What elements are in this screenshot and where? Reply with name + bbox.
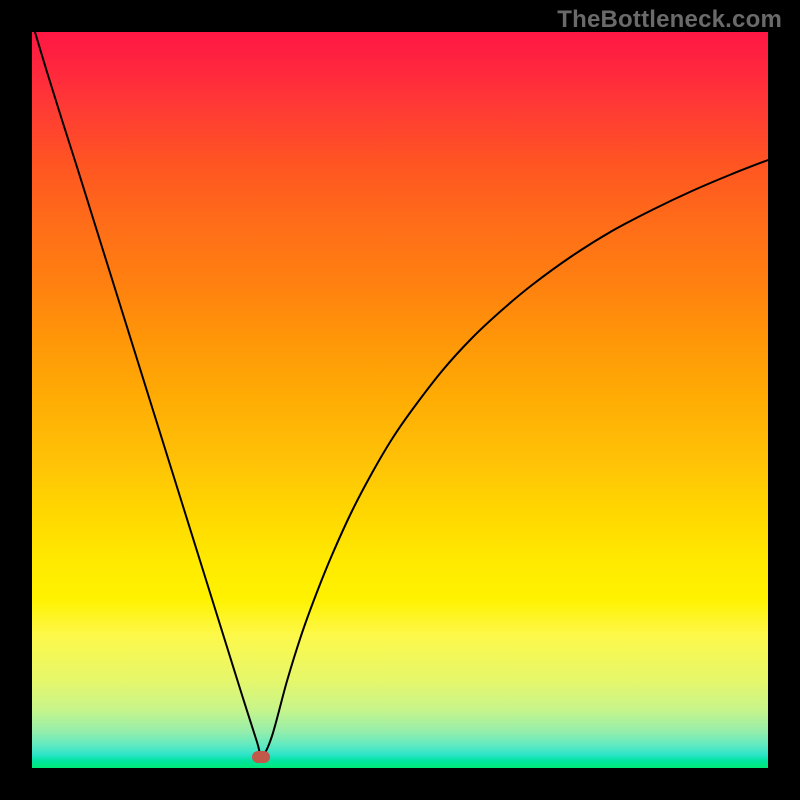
curve-svg — [32, 32, 768, 768]
vertex-marker — [252, 751, 270, 763]
bottleneck-curve — [32, 32, 768, 756]
watermark-text: TheBottleneck.com — [557, 6, 782, 34]
chart-container: TheBottleneck.com — [0, 0, 800, 800]
plot-area — [32, 32, 768, 768]
